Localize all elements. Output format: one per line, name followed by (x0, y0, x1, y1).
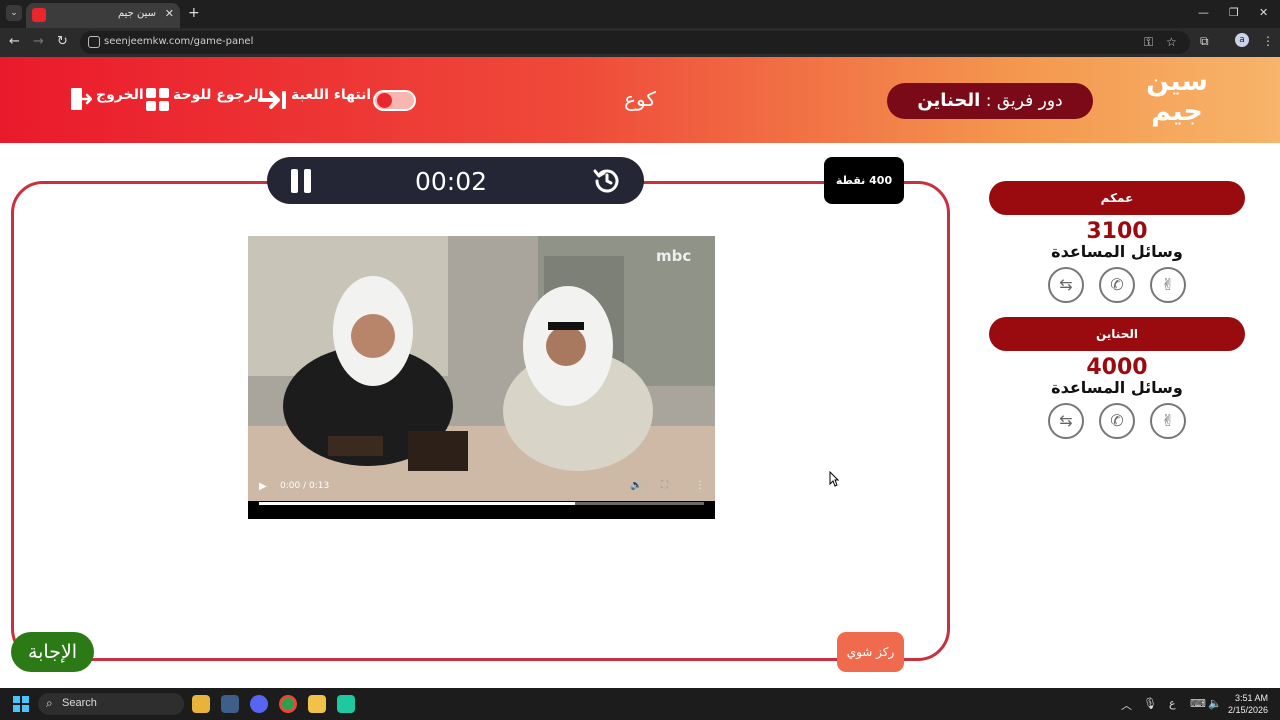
points-badge: 400 نقطة (824, 157, 904, 204)
url-text: seenjeemkw.com/game-panel (104, 36, 254, 47)
phone-icon[interactable]: ✆ (1099, 267, 1135, 303)
volume-icon[interactable]: 🔊 (630, 480, 642, 491)
fullscreen-icon[interactable]: ⛶ (661, 480, 668, 491)
close-tab-icon[interactable]: ✕ (165, 7, 174, 20)
password-key-icon[interactable]: ⚿ (1144, 35, 1153, 50)
mouse-cursor-icon (829, 471, 839, 487)
question-word: كوع (624, 87, 656, 111)
reload-icon[interactable]: ↻ (57, 34, 68, 49)
network-icon[interactable]: ⌨ (1190, 697, 1206, 710)
forward-icon[interactable]: → (33, 34, 44, 49)
windows-start-icon[interactable] (13, 696, 29, 712)
back-to-board-label[interactable]: الرجوع للوحة (173, 87, 263, 103)
back-icon[interactable]: ← (9, 34, 20, 49)
browser-toolbar: ← → ↻ seenjeemkw.com/game-panel ⚿ ☆ ⧉ a … (0, 28, 1280, 57)
turn-team-name: الحناين (917, 90, 981, 111)
chrome-icon[interactable] (279, 695, 297, 713)
address-bar[interactable]: seenjeemkw.com/game-panel ⚿ ☆ (80, 31, 1190, 54)
board-grid-icon[interactable] (146, 88, 170, 112)
close-window-icon[interactable]: ✕ (1259, 6, 1268, 19)
input-language[interactable]: ع (1169, 697, 1176, 710)
microphone-icon[interactable]: 🎙 (1143, 697, 1157, 710)
two-hands-icon[interactable]: ⇆ (1048, 267, 1084, 303)
answer-button[interactable]: الإجابة (11, 632, 94, 672)
system-clock[interactable]: 3:51 AM 2/15/2026 (1226, 692, 1268, 716)
tab-title: سين جيم (117, 8, 156, 19)
end-game-toggle[interactable] (373, 90, 416, 111)
discord-icon[interactable] (250, 695, 268, 713)
peace-hand-icon[interactable]: ✌ (1150, 267, 1186, 303)
browser-tab-bar: ⌄ سين جيم ✕ + — ❐ ✕ (0, 0, 1280, 28)
aids-row: ⇆ ✆ ✌ (989, 403, 1245, 443)
team-score: 3100 (1086, 219, 1148, 244)
aids-title: وسائل المساعدة (1051, 242, 1183, 261)
team-turn-badge: دور فريق : الحناين (887, 83, 1093, 119)
hint-button[interactable]: ركز شوي (837, 632, 904, 672)
video-progress-fill (259, 502, 575, 505)
file-explorer-icon[interactable] (192, 695, 210, 713)
two-hands-icon[interactable]: ⇆ (1048, 403, 1084, 439)
game-header: سين جيم دور فريق : الحناين كوع انتهاء ال… (0, 57, 1280, 143)
search-icon: ⌕ (46, 696, 53, 710)
bookmark-star-icon[interactable]: ☆ (1166, 35, 1177, 49)
team-score: 4000 (1086, 355, 1148, 380)
timer-bar: 00:02 (267, 157, 644, 204)
volume-tray-icon[interactable]: 🔈 (1208, 697, 1222, 710)
store-icon[interactable] (221, 695, 239, 713)
exit-door-icon[interactable] (70, 87, 92, 111)
video-watermark: mbc (656, 247, 692, 265)
turn-prefix: دور فريق : (985, 91, 1063, 111)
team-name: عمكم (989, 181, 1245, 215)
video-frame-image (248, 236, 715, 501)
team-card-1: عمكم 3100 وسائل المساعدة ⇆ ✆ ✌ (989, 181, 1245, 307)
aids-title: وسائل المساعدة (1051, 378, 1183, 397)
video-time: 0:00 / 0:13 (280, 481, 330, 491)
new-tab-button[interactable]: + (188, 5, 200, 21)
pause-icon[interactable] (290, 169, 312, 193)
end-game-label[interactable]: انتهاء اللعبة (291, 87, 371, 103)
video-progress-bar[interactable] (259, 502, 704, 505)
exit-label[interactable]: الخروج (96, 87, 144, 103)
site-favicon-icon (32, 8, 46, 22)
aids-row: ⇆ ✆ ✌ (989, 267, 1245, 307)
timer-display: 00:02 (415, 167, 488, 196)
logo: سين جيم (1146, 66, 1208, 127)
team-name: الحناين (989, 317, 1245, 351)
clock-time: 3:51 AM (1234, 693, 1268, 703)
site-info-icon[interactable] (88, 36, 100, 48)
search-label: Search (62, 697, 97, 709)
taskbar-search[interactable]: ⌕ Search (38, 693, 184, 715)
windows-taskbar: ⌕ Search ︿ 🎙 ع ⌨ 🔈 3:51 AM 2/15/2026 (0, 688, 1280, 720)
profile-avatar[interactable]: a (1235, 33, 1249, 47)
toggle-knob (377, 93, 392, 108)
folder-icon[interactable] (308, 695, 326, 713)
browser-tab[interactable]: سين جيم ✕ (26, 3, 180, 28)
phone-icon[interactable]: ✆ (1099, 403, 1135, 439)
app-icon[interactable] (337, 695, 355, 713)
peace-hand-icon[interactable]: ✌ (1150, 403, 1186, 439)
extensions-icon[interactable]: ⧉ (1200, 34, 1209, 49)
reset-timer-icon[interactable] (593, 166, 621, 194)
video-menu-icon[interactable]: ⋮ (695, 480, 705, 491)
minimize-icon[interactable]: — (1198, 6, 1209, 19)
play-icon[interactable]: ▶ (259, 481, 267, 492)
tab-search-button[interactable]: ⌄ (6, 5, 22, 21)
browser-menu-icon[interactable]: ⋮ (1262, 34, 1274, 48)
team-card-2: الحناين 4000 وسائل المساعدة ⇆ ✆ ✌ (989, 317, 1245, 443)
clock-date: 2/15/2026 (1227, 705, 1268, 715)
video-player[interactable]: mbc ▶ 0:00 / 0:13 🔊 ⛶ ⋮ (248, 236, 715, 519)
restore-icon[interactable]: ❐ (1229, 6, 1239, 19)
tray-chevron-icon[interactable]: ︿ (1121, 697, 1132, 713)
